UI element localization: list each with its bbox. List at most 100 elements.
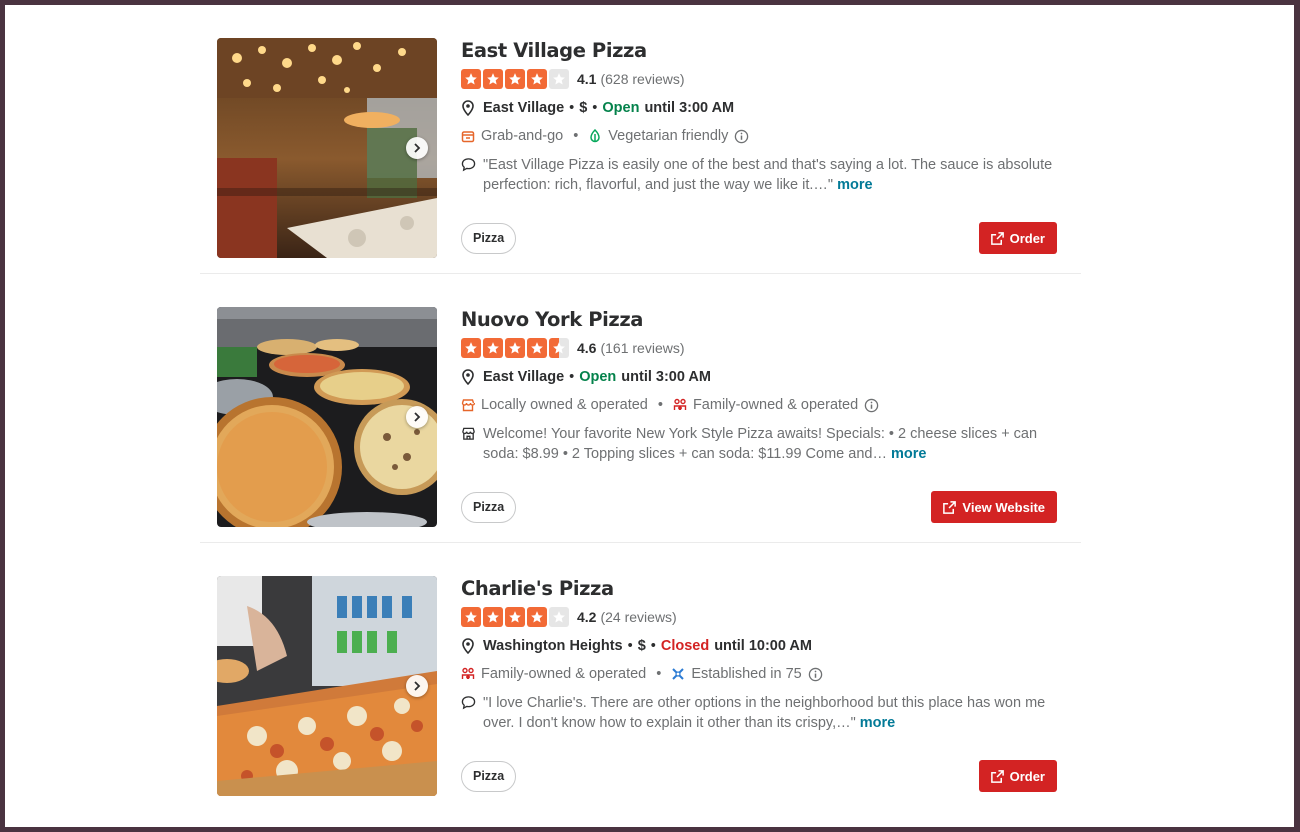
star-icon <box>461 338 481 358</box>
next-photo-button[interactable] <box>406 406 428 428</box>
neighborhood-link[interactable]: East Village <box>483 100 564 116</box>
hours-text: until 3:00 AM <box>621 369 711 385</box>
separator-dot: • <box>569 369 575 385</box>
next-photo-button[interactable] <box>406 675 428 697</box>
price-range: $ <box>637 638 646 654</box>
attributes-row: Locally owned & operated • Family-owned … <box>461 395 1061 415</box>
view-website-button[interactable]: View Website <box>931 491 1057 523</box>
star-icon <box>527 338 547 358</box>
review-snippet: "East Village Pizza is easily one of the… <box>461 155 1061 195</box>
separator-dot: • <box>573 128 579 144</box>
more-link[interactable]: more <box>860 715 895 731</box>
more-link[interactable]: more <box>837 177 872 193</box>
business-name-link[interactable]: East Village Pizza <box>461 38 1061 64</box>
star-rating <box>461 69 569 89</box>
attributes-row: Grab-and-go • Vegetarian friendly <box>461 126 1061 146</box>
category-tag[interactable]: Pizza <box>461 223 517 254</box>
chevron-right-icon <box>414 143 421 153</box>
price-range: $ <box>579 100 588 116</box>
star-rating <box>461 607 569 627</box>
review-count-link[interactable]: (628 reviews) <box>600 71 684 87</box>
separator-dot: • <box>650 638 656 654</box>
snippet-text: "East Village Pizza is easily one of the… <box>483 157 1053 193</box>
established-icon <box>671 666 687 682</box>
external-link-icon <box>990 231 1005 246</box>
external-link-icon <box>990 769 1005 784</box>
more-link[interactable]: more <box>891 446 926 462</box>
view-website-button-label: View Website <box>962 499 1045 515</box>
business-card: Charlie's Pizza 4.2 (24 reviews) Washing… <box>200 543 1081 812</box>
star-icon <box>527 69 547 89</box>
separator-dot: • <box>569 100 575 116</box>
open-status: Open <box>579 369 617 385</box>
rating-value: 4.2 <box>577 609 597 625</box>
attribute-label: Locally owned & operated <box>481 397 648 413</box>
info-icon[interactable] <box>808 667 823 682</box>
pizza-display-photo <box>217 307 437 527</box>
speech-bubble-icon <box>461 693 477 713</box>
map-pin-icon <box>461 369 477 385</box>
takeout-bag-icon <box>461 128 477 144</box>
hours-text: until 3:00 AM <box>644 100 735 116</box>
map-pin-icon <box>461 638 477 654</box>
external-link-icon <box>942 500 957 515</box>
closed-status: Closed <box>660 638 710 654</box>
category-tag[interactable]: Pizza <box>461 492 517 523</box>
info-icon[interactable] <box>864 398 879 413</box>
separator-dot: • <box>592 100 598 116</box>
review-count-link[interactable]: (161 reviews) <box>600 340 684 356</box>
info-icon[interactable] <box>734 129 749 144</box>
rating-row: 4.1 (628 reviews) <box>461 69 1061 89</box>
star-icon <box>461 69 481 89</box>
star-icon <box>505 69 525 89</box>
order-button-label: Order <box>1009 230 1045 246</box>
neighborhood-link[interactable]: Washington Heights <box>483 638 623 654</box>
review-count-link[interactable]: (24 reviews) <box>600 609 676 625</box>
search-results-panel: East Village Pizza 4.1 (628 reviews) Eas… <box>5 5 1294 827</box>
store-icon <box>461 424 477 444</box>
star-icon <box>549 607 569 627</box>
order-button-label: Order <box>1009 768 1045 784</box>
open-status: Open <box>602 100 640 116</box>
star-icon <box>483 338 503 358</box>
attribute-label: Established in 75 <box>691 666 802 682</box>
business-photo[interactable] <box>217 38 437 258</box>
chevron-right-icon <box>414 412 421 422</box>
snippet-text: Welcome! Your favorite New York Style Pi… <box>483 426 1038 462</box>
business-info: Nuovo York Pizza 4.6 (161 reviews) East … <box>461 307 1061 464</box>
star-icon <box>505 607 525 627</box>
rating-row: 4.6 (161 reviews) <box>461 338 1061 358</box>
storefront-icon <box>461 397 477 413</box>
business-photo[interactable] <box>217 307 437 527</box>
separator-dot: • <box>656 666 662 682</box>
star-icon <box>483 607 503 627</box>
separator-dot: • <box>657 397 663 413</box>
family-icon <box>461 666 477 682</box>
family-icon <box>673 397 689 413</box>
rating-row: 4.2 (24 reviews) <box>461 607 1061 627</box>
review-snippet: "I love Charlie's. There are other optio… <box>461 693 1061 733</box>
rating-value: 4.1 <box>577 71 597 87</box>
category-tag[interactable]: Pizza <box>461 761 517 792</box>
star-icon <box>527 607 547 627</box>
location-row: Washington Heights • $ • Closed until 10… <box>461 636 1061 656</box>
business-photo[interactable] <box>217 576 437 796</box>
order-button[interactable]: Order <box>978 760 1057 792</box>
business-info: Charlie's Pizza 4.2 (24 reviews) Washing… <box>461 576 1061 733</box>
business-card: East Village Pizza 4.1 (628 reviews) Eas… <box>200 5 1081 274</box>
business-name-link[interactable]: Nuovo York Pizza <box>461 307 1061 333</box>
star-rating <box>461 338 569 358</box>
chevron-right-icon <box>414 681 421 691</box>
location-row: East Village • $ • Open until 3:00 AM <box>461 98 1061 118</box>
next-photo-button[interactable] <box>406 137 428 159</box>
map-pin-icon <box>461 100 477 116</box>
star-icon <box>461 607 481 627</box>
order-button[interactable]: Order <box>978 222 1057 254</box>
attribute-label: Family-owned & operated <box>692 397 859 413</box>
business-list: East Village Pizza 4.1 (628 reviews) Eas… <box>200 5 1081 812</box>
restaurant-interior-photo <box>217 38 437 258</box>
business-name-link[interactable]: Charlie's Pizza <box>461 576 1061 602</box>
location-row: East Village • Open until 3:00 AM <box>461 367 1061 387</box>
neighborhood-link[interactable]: East Village <box>483 369 564 385</box>
speech-bubble-icon <box>461 155 477 175</box>
